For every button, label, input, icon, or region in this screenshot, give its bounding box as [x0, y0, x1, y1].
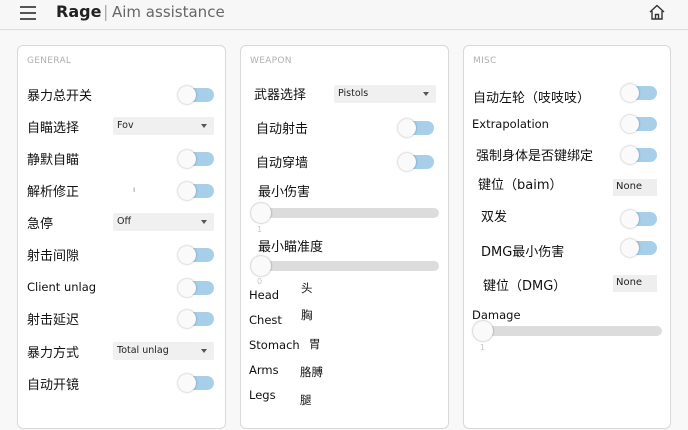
- damage-value: 1: [480, 343, 486, 352]
- key-baim-value: None: [616, 181, 643, 192]
- auto-fire-toggle[interactable]: [398, 119, 434, 137]
- min-hitchance-slider[interactable]: [251, 256, 439, 276]
- hamburger-icon[interactable]: [20, 6, 36, 20]
- damage-label: Damage: [472, 308, 521, 322]
- hitbox-chest-cn: 胸: [301, 308, 313, 322]
- double-tap-label: 双发: [481, 210, 508, 225]
- shot-backtrack-label: 射击延迟: [27, 313, 80, 328]
- resolver-toggle[interactable]: [178, 182, 214, 200]
- chevron-down-icon: [423, 92, 429, 96]
- quick-stop-label: 急停: [27, 217, 54, 232]
- auto-wall-label: 自动穿墙: [256, 156, 309, 171]
- brand-title: Rage: [56, 2, 102, 21]
- weapon-select-label: 武器选择: [254, 88, 307, 103]
- hitbox-chest-label[interactable]: Chest: [249, 313, 282, 327]
- min-hitchance-label: 最小瞄准度: [258, 240, 324, 255]
- general-panel-title: GENERAL: [27, 56, 72, 66]
- home-icon[interactable]: [648, 3, 666, 21]
- content-area: GENERAL 暴力总开关 自瞄选择 Fov 静默自瞄 解析修正 ı 急停 Of…: [0, 31, 688, 430]
- weapon-panel-title: WEAPON: [250, 56, 292, 66]
- misc-panel: MISC 自动左轮（吱吱吱） Extrapolation 强制身体是否键绑定 键…: [463, 45, 671, 429]
- rage-mode-select[interactable]: Total unlag: [113, 342, 214, 360]
- resolver-label: 解析修正: [27, 185, 80, 200]
- dmg-min-label: DMG最小伤害: [481, 245, 565, 260]
- key-dmg-bind[interactable]: None: [613, 275, 657, 292]
- top-bar: Rage | Aim assistance: [0, 0, 688, 30]
- page-subtitle: Aim assistance: [112, 3, 225, 21]
- min-hitchance-value: 0: [257, 277, 263, 286]
- silent-aim-label: 静默自瞄: [27, 153, 80, 168]
- shot-delay-toggle[interactable]: [178, 246, 214, 264]
- title-separator: |: [103, 2, 109, 21]
- auto-fire-label: 自动射击: [256, 122, 309, 137]
- hitbox-head-label[interactable]: Head: [249, 288, 279, 302]
- rage-switch-toggle[interactable]: [178, 86, 214, 104]
- auto-scope-label: 自动开镜: [27, 378, 80, 393]
- auto-target-label: 自瞄选择: [27, 121, 80, 136]
- dmg-min-toggle[interactable]: [621, 239, 657, 257]
- key-dmg-value: None: [616, 277, 643, 288]
- key-baim-bind[interactable]: None: [613, 179, 657, 196]
- auto-revolver-toggle[interactable]: [621, 84, 657, 102]
- key-dmg-label: 键位（DMG）: [483, 279, 567, 294]
- min-damage-value: 1: [257, 225, 263, 234]
- min-damage-label: 最小伤害: [258, 185, 311, 200]
- auto-scope-toggle[interactable]: [178, 374, 214, 392]
- force-body-toggle[interactable]: [621, 146, 657, 164]
- extrapolation-label: Extrapolation: [472, 117, 549, 131]
- hitbox-arms-label[interactable]: Arms: [249, 363, 279, 377]
- hitbox-stomach-label[interactable]: Stomach: [249, 338, 300, 352]
- rage-switch-label: 暴力总开关: [27, 89, 93, 104]
- weapon-select-value: Pistols: [338, 88, 369, 99]
- chevron-down-icon: [201, 124, 207, 128]
- resolver-mark: ı: [133, 185, 136, 194]
- quick-stop-select[interactable]: Off: [113, 213, 214, 231]
- weapon-select[interactable]: Pistols: [334, 85, 436, 103]
- shot-backtrack-toggle[interactable]: [178, 310, 214, 328]
- hitbox-legs-cn: 腿: [300, 393, 312, 407]
- extrapolation-toggle[interactable]: [621, 115, 657, 133]
- key-baim-label: 键位（baim）: [478, 178, 563, 193]
- hitbox-head-cn: 头: [301, 281, 313, 295]
- silent-aim-toggle[interactable]: [178, 150, 214, 168]
- min-damage-slider[interactable]: [251, 203, 439, 223]
- chevron-down-icon: [201, 349, 207, 353]
- weapon-panel: WEAPON 武器选择 Pistols 自动射击 自动穿墙 最小伤害 1 最小瞄…: [240, 45, 449, 429]
- damage-slider[interactable]: [473, 321, 662, 341]
- client-unlag-label: Client unlag: [27, 280, 97, 294]
- client-unlag-toggle[interactable]: [178, 279, 214, 297]
- force-body-label: 强制身体是否键绑定: [476, 149, 594, 164]
- hitbox-arms-cn: 胳膊: [300, 365, 323, 379]
- chevron-down-icon: [201, 220, 207, 224]
- hitbox-stomach-cn: 胃: [309, 337, 321, 351]
- auto-revolver-label: 自动左轮（吱吱吱）: [473, 91, 591, 106]
- auto-target-value: Fov: [117, 120, 134, 131]
- rage-mode-value: Total unlag: [117, 345, 169, 356]
- misc-panel-title: MISC: [473, 56, 497, 66]
- double-tap-toggle[interactable]: [621, 210, 657, 228]
- shot-delay-label: 射击间隙: [27, 249, 80, 264]
- auto-wall-toggle[interactable]: [398, 153, 434, 171]
- rage-mode-label: 暴力方式: [27, 346, 80, 361]
- hitbox-legs-label[interactable]: Legs: [249, 388, 276, 402]
- quick-stop-value: Off: [117, 216, 132, 227]
- auto-target-select[interactable]: Fov: [113, 117, 214, 135]
- general-panel: GENERAL 暴力总开关 自瞄选择 Fov 静默自瞄 解析修正 ı 急停 Of…: [17, 45, 226, 429]
